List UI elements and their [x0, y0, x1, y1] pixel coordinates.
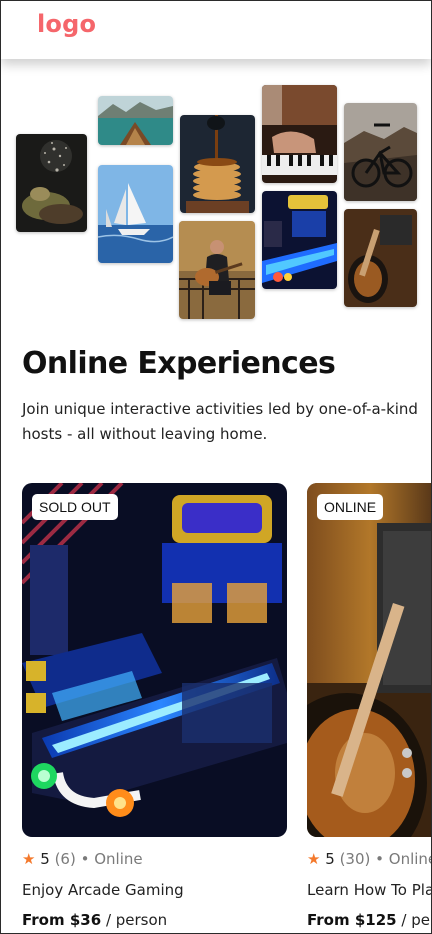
- review-count: (30): [339, 850, 371, 868]
- collage-photo-electric-guitar: [344, 209, 417, 307]
- arcade-bowling-photo: [22, 483, 287, 837]
- card-title[interactable]: Enjoy Arcade Gaming: [22, 881, 184, 899]
- collage-photo-pancakes: [180, 115, 255, 213]
- separator-dot: •: [80, 850, 90, 868]
- card-rating-row: ★ 5 (30) • Online: [307, 850, 431, 868]
- collage-photo-arcade: [262, 191, 337, 289]
- price-unit: / person: [105, 911, 168, 929]
- location-label: Online: [94, 850, 143, 868]
- review-count: (6): [54, 850, 76, 868]
- experience-card-arcade[interactable]: SOLD OUT: [22, 483, 287, 837]
- price-amount: From $36: [22, 911, 102, 929]
- collage-photo-piano: [262, 85, 337, 183]
- separator-dot: •: [375, 850, 384, 868]
- rating-value: 5: [325, 850, 335, 868]
- online-badge: ONLINE: [317, 494, 384, 520]
- page: logo Online Experiences Join unique inte…: [0, 0, 432, 934]
- collage-photo-bike: [344, 103, 417, 201]
- price-unit: / person: [401, 911, 431, 929]
- page-subtitle: Join unique interactive activities led b…: [22, 400, 418, 443]
- logo[interactable]: logo: [37, 10, 96, 38]
- top-header: logo: [1, 1, 431, 59]
- price-amount: From $125: [307, 911, 397, 929]
- star-icon: ★: [307, 850, 321, 868]
- electric-guitar-photo: [307, 483, 431, 837]
- collage-photo-splash: [16, 134, 87, 232]
- star-icon: ★: [22, 850, 36, 868]
- rating-value: 5: [40, 850, 50, 868]
- location-label: Online: [388, 850, 431, 868]
- sold-out-badge: SOLD OUT: [32, 494, 118, 520]
- collage-photo-sailboat: [98, 165, 173, 263]
- card-price: From $36 / person: [22, 911, 167, 929]
- card-title[interactable]: Learn How To Play Guitar: [307, 881, 431, 899]
- collage-photo-boat: [98, 96, 173, 145]
- card-rating-row: ★ 5 (6) • Online: [22, 850, 143, 868]
- experience-card-guitar[interactable]: ONLINE: [307, 483, 431, 837]
- card-price: From $125 / person: [307, 911, 431, 929]
- page-title: Online Experiences: [22, 346, 336, 381]
- collage-photo-guitarist: [179, 221, 255, 319]
